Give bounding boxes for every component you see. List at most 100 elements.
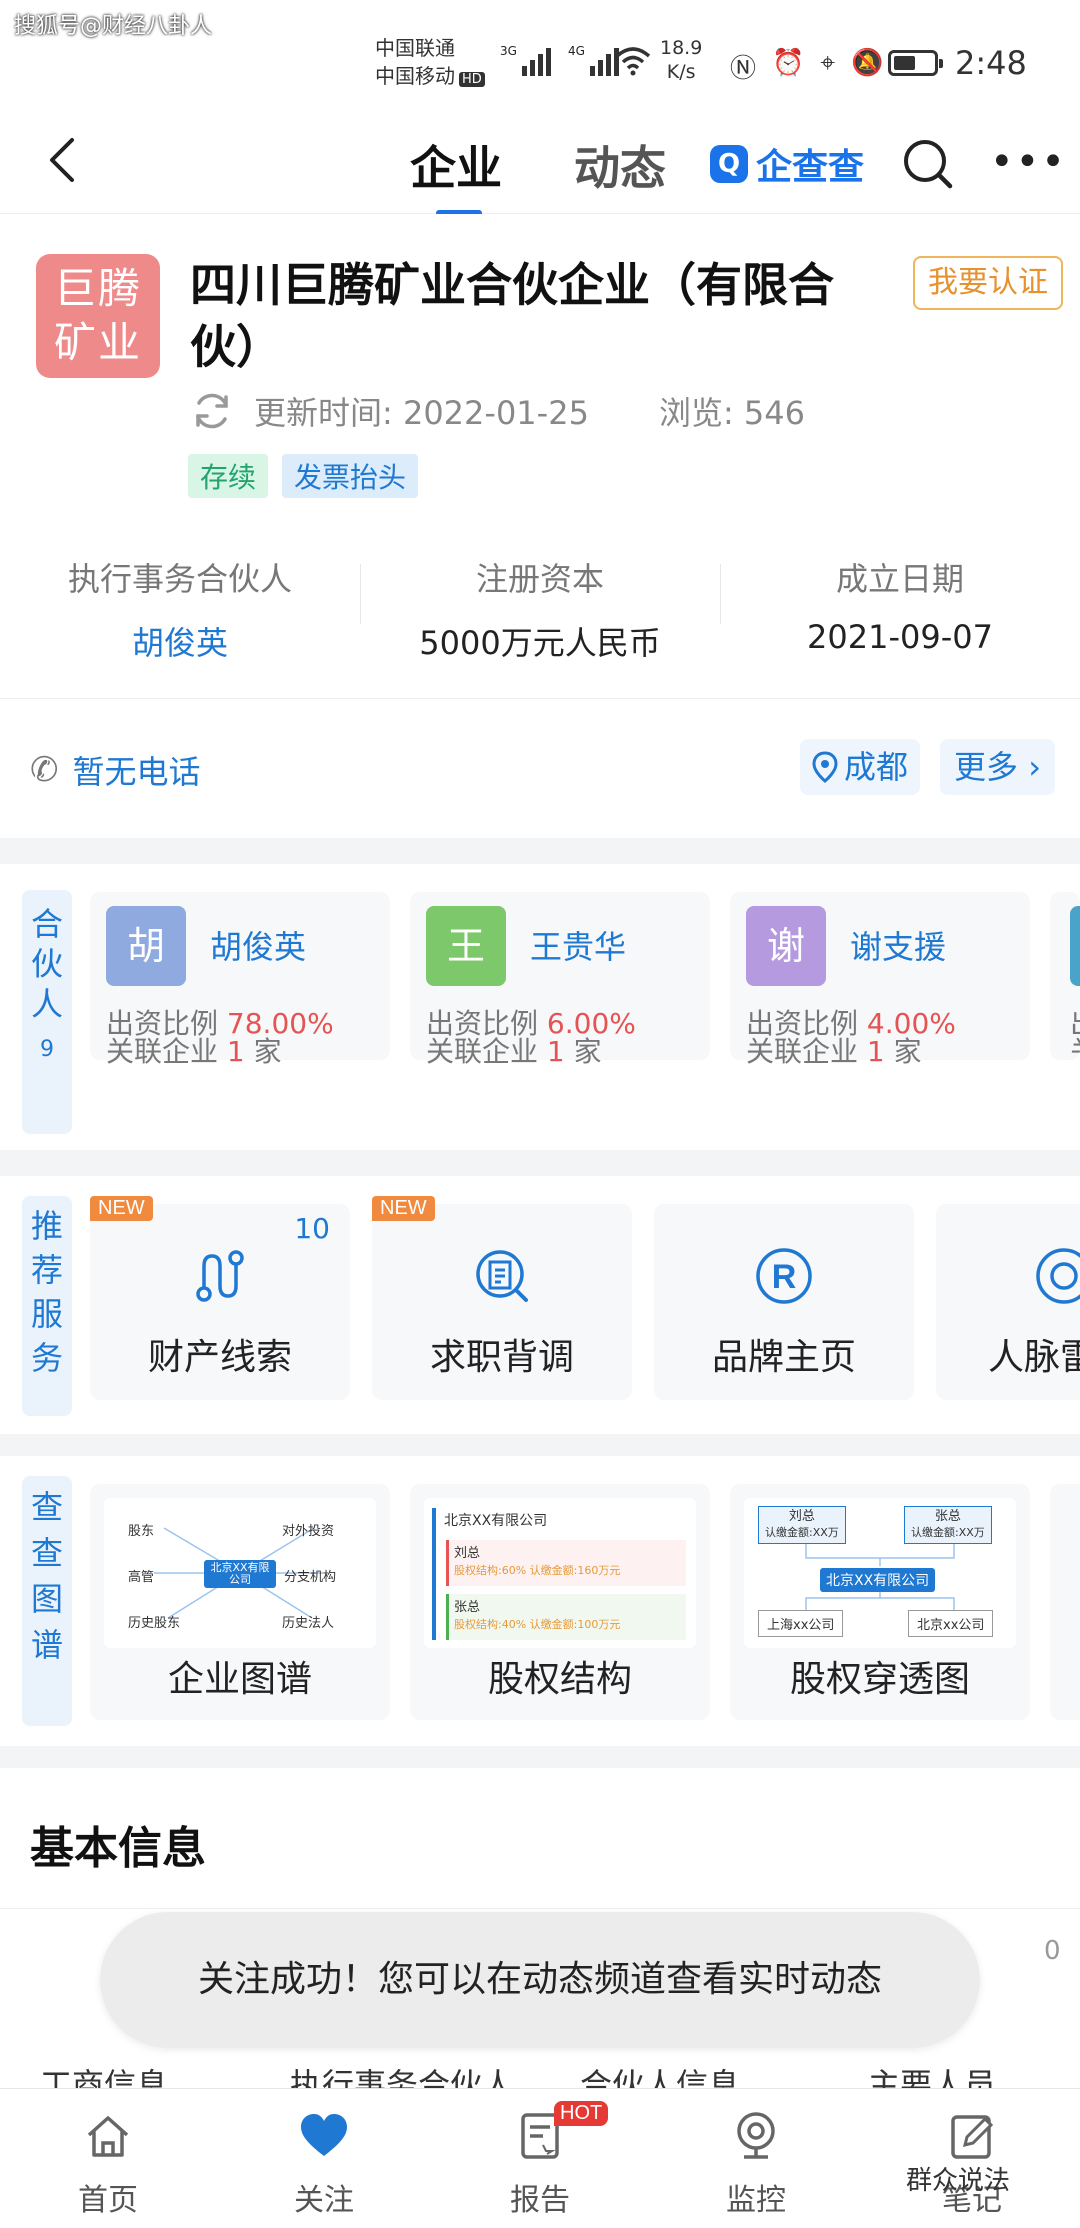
- contact-row: ✆ 暂无电话 成都 更多 ›: [0, 698, 1080, 838]
- penetration-node: 张总 认缴金额:XX万: [904, 1506, 992, 1544]
- partner-name[interactable]: 胡俊英: [210, 922, 306, 968]
- search-icon[interactable]: [900, 136, 956, 192]
- avatar: [1070, 906, 1080, 986]
- wifi-icon: [615, 47, 651, 76]
- alarm-icon: ⏰: [772, 48, 805, 78]
- watermark-bottom: 群众说法: [906, 2166, 1011, 2196]
- status-bar: 搜狐号@财经八卦人 中国联通 中国移动 HD 3G 4G 18.9 K/s Ⓝ ⏰…: [0, 0, 1080, 110]
- partner-name[interactable]: 谢支援: [850, 922, 946, 968]
- status-icons: Ⓝ ⏰ ⌖ 🔕: [730, 48, 883, 85]
- avatar: 胡: [106, 906, 186, 986]
- back-icon[interactable]: [42, 134, 82, 186]
- hd-badge: HD: [459, 72, 485, 87]
- company-name: 四川巨腾矿业合伙企业（有限合伙）: [190, 258, 834, 374]
- graph-center-node: 北京XX有限公司: [204, 1560, 276, 1588]
- graph-company-map[interactable]: 北京XX有限公司 股东 对外投资 高管 分支机构 历史股东 历史法人 企业图谱: [90, 1484, 390, 1720]
- asset-clue-icon: [196, 1250, 244, 1302]
- partners-count: 9: [40, 1037, 54, 1062]
- stat-registered-capital: 注册资本 5000万元人民币: [360, 544, 720, 664]
- partner-card[interactable]: 王 王贵华 出资比例 6.00% 关联企业 1 家: [410, 892, 710, 1066]
- battery-icon: [888, 50, 943, 76]
- count-badge: 0: [1044, 1936, 1061, 1966]
- job-check-icon: [476, 1250, 528, 1302]
- phone-link[interactable]: ✆ 暂无电话: [30, 747, 201, 793]
- more-button[interactable]: 更多 ›: [940, 739, 1055, 795]
- partner-card-partial[interactable]: 出 关: [1050, 892, 1080, 1060]
- equity-penetration-thumbnail: 刘总 认缴金额:XX万 张总 认缴金额:XX万 北京XX有限公司 上海xx公司 …: [744, 1498, 1016, 1648]
- svg-text:R: R: [772, 1258, 797, 1296]
- nfc-icon: Ⓝ: [730, 54, 757, 84]
- service-network-radar[interactable]: 人脉雷: [936, 1204, 1080, 1400]
- new-badge: NEW: [372, 1196, 435, 1221]
- company-meta: 更新时间: 2022-01-25 浏览: 546: [190, 388, 805, 434]
- divider: [0, 1908, 1080, 1909]
- tab-report[interactable]: HOT 报告: [470, 2101, 610, 2219]
- tab-dynamics[interactable]: 动态: [574, 132, 666, 198]
- stat-established-date: 成立日期 2021-09-07: [720, 544, 1080, 664]
- section-title: 基本信息: [30, 1823, 206, 1874]
- avatar: 王: [426, 906, 506, 986]
- brand-name: 企查查: [756, 147, 865, 188]
- related-count: 1: [546, 1035, 565, 1068]
- signal-icon: 3G: [500, 44, 551, 76]
- company-stats: 执行事务合伙人 胡俊英 注册资本 5000万元人民币 成立日期 2021-09-…: [0, 544, 1080, 664]
- company-map-thumbnail: 北京XX有限公司 股东 对外投资 高管 分支机构 历史股东 历史法人: [104, 1498, 376, 1648]
- tab-home[interactable]: 首页: [38, 2109, 178, 2219]
- tab-follow[interactable]: 关注: [254, 2109, 394, 2219]
- invoice-title-badge[interactable]: 发票抬头: [282, 454, 419, 498]
- top-nav: 企业 动态 Q 企查查 •••: [0, 110, 1080, 216]
- heart-icon: [301, 2114, 347, 2156]
- phone-icon: ✆: [30, 750, 59, 790]
- hot-badge: HOT: [554, 2101, 609, 2126]
- avatar: 谢: [746, 906, 826, 986]
- carrier-info: 中国联通 中国移动 HD: [375, 34, 485, 94]
- brand-r-icon: R: [756, 1248, 812, 1304]
- service-count: 10: [294, 1212, 330, 1245]
- graph-equity-structure[interactable]: 北京XX有限公司 刘总 股权结构:60% 认缴金额:160万元 张总 股权结构:…: [410, 1484, 710, 1720]
- bottom-tab-bar: 首页 关注 HOT 报告 监控 笔记: [0, 2088, 1080, 2228]
- graphs-label: 查查图谱: [22, 1476, 72, 1726]
- tab-company[interactable]: 企业: [410, 132, 502, 216]
- related-count: 1: [866, 1035, 885, 1068]
- penetration-center-node: 北京XX有限公司: [820, 1568, 936, 1592]
- service-brand-page[interactable]: R 品牌主页: [654, 1204, 914, 1400]
- monitor-camera-icon: [737, 2112, 775, 2159]
- city-button[interactable]: 成都: [800, 739, 921, 795]
- brand-logo: Q 企查查: [710, 138, 864, 190]
- tab-monitor[interactable]: 监控: [686, 2109, 826, 2219]
- new-badge: NEW: [90, 1196, 153, 1221]
- partner-card[interactable]: 胡 胡俊英 出资比例 78.00% 关联企业 1 家: [90, 892, 390, 1066]
- notes-pen-icon: [951, 2115, 994, 2159]
- network-radar-icon: [1036, 1248, 1080, 1304]
- graph-equity-penetration[interactable]: 刘总 认缴金额:XX万 张总 认缴金额:XX万 北京XX有限公司 上海xx公司 …: [730, 1484, 1030, 1720]
- company-tags: 存续 发票抬头: [188, 454, 419, 498]
- clock: 2:48: [955, 44, 1027, 82]
- mute-icon: 🔕: [851, 48, 884, 78]
- service-job-check[interactable]: NEW 求职背调: [372, 1196, 632, 1400]
- signal-icon-2: 4G: [568, 44, 619, 76]
- carrier-2: 中国移动: [375, 64, 455, 88]
- refresh-icon[interactable]: [190, 389, 234, 433]
- carrier-1: 中国联通: [375, 36, 455, 60]
- company-card: 巨腾 矿业 四川巨腾矿业合伙企业（有限合伙） 我要认证 更新时间: 2022-0…: [0, 214, 1080, 698]
- services-section: 推荐服务 NEW 10 财产线索 NEW 求职背调 R 品牌主页 人脉雷: [0, 1176, 1080, 1434]
- follow-success-toast: 关注成功！您可以在动态频道查看实时动态: [100, 1912, 980, 2048]
- verify-button[interactable]: 我要认证: [913, 256, 1063, 310]
- graphs-section: 查查图谱 北京XX有限公司 股东 对外投资 高管 分支机构 历史股东 历史法人 …: [0, 1456, 1080, 1746]
- related-count: 1: [226, 1035, 245, 1068]
- penetration-node: 刘总 认缴金额:XX万: [758, 1506, 846, 1544]
- watermark-top: 搜狐号@财经八卦人: [14, 14, 213, 39]
- status-badge: 存续: [188, 454, 269, 498]
- stat-executive-partner[interactable]: 执行事务合伙人 胡俊英: [0, 544, 360, 664]
- equity-structure-thumbnail: 北京XX有限公司 刘总 股权结构:60% 认缴金额:160万元 张总 股权结构:…: [424, 1498, 696, 1648]
- partner-card[interactable]: 谢 谢支援 出资比例 4.00% 关联企业 1 家: [730, 892, 1030, 1066]
- graph-card-partial[interactable]: [1050, 1484, 1080, 1720]
- partners-section: 合伙人 9 胡 胡俊英 出资比例 78.00% 关联企业 1 家 王 王贵华 出…: [0, 864, 1080, 1150]
- more-icon[interactable]: •••: [990, 142, 1067, 182]
- update-time: 更新时间: 2022-01-25: [254, 394, 589, 432]
- location-icon: ⌖: [820, 48, 836, 78]
- partner-name[interactable]: 王贵华: [530, 922, 626, 968]
- service-asset-clue[interactable]: NEW 10 财产线索: [90, 1196, 350, 1400]
- partners-label[interactable]: 合伙人 9: [22, 890, 72, 1134]
- home-icon: [87, 2116, 129, 2157]
